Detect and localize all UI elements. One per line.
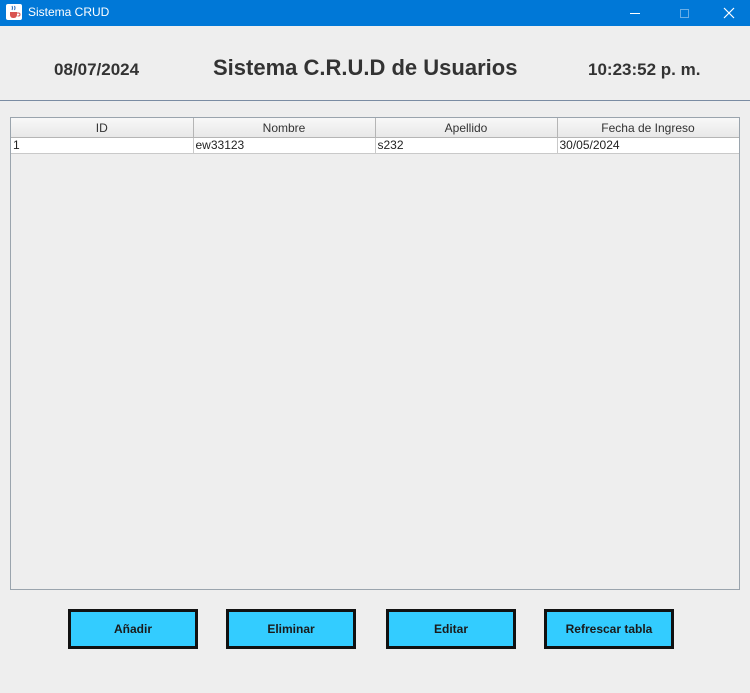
add-button[interactable]: Añadir [68, 609, 198, 649]
header-divider [0, 100, 750, 101]
delete-button[interactable]: Eliminar [226, 609, 356, 649]
column-header-id[interactable]: ID [11, 118, 194, 138]
maximize-button[interactable] [661, 0, 707, 26]
column-header-nombre[interactable]: Nombre [193, 118, 376, 138]
close-icon [723, 7, 735, 19]
refresh-table-button[interactable]: Refrescar tabla [544, 609, 674, 649]
maximize-icon [679, 8, 689, 18]
minimize-button[interactable] [612, 0, 658, 26]
table-header-row: ID Nombre Apellido Fecha de Ingreso [11, 118, 739, 138]
cell-apellido[interactable]: s232 [375, 137, 558, 154]
edit-button[interactable]: Editar [386, 609, 516, 649]
window-title: Sistema CRUD [28, 5, 110, 19]
cell-fecha-ingreso[interactable]: 30/05/2024 [557, 137, 739, 154]
current-time: 10:23:52 p. m. [588, 60, 701, 79]
java-cup-icon [6, 4, 22, 20]
title-bar[interactable]: Sistema CRUD [0, 0, 750, 26]
column-header-apellido[interactable]: Apellido [375, 118, 558, 138]
column-header-fecha-ingreso[interactable]: Fecha de Ingreso [557, 118, 739, 138]
users-table-scrollpane[interactable]: ID Nombre Apellido Fecha de Ingreso 1 ew… [10, 117, 740, 590]
cell-nombre[interactable]: ew33123 [193, 137, 376, 154]
minimize-icon [630, 12, 640, 14]
table-row[interactable]: 1 ew33123 s232 30/05/2024 [11, 137, 739, 154]
users-table[interactable]: ID Nombre Apellido Fecha de Ingreso 1 ew… [11, 118, 739, 154]
cell-id[interactable]: 1 [11, 137, 194, 154]
app-window: Sistema CRUD 08/07/2024 Sistema C.R.U.D … [0, 0, 750, 693]
header-panel: 08/07/2024 Sistema C.R.U.D de Usuarios 1… [0, 26, 750, 101]
close-button[interactable] [706, 0, 750, 26]
current-date: 08/07/2024 [54, 60, 140, 79]
page-title: Sistema C.R.U.D de Usuarios [213, 55, 518, 80]
